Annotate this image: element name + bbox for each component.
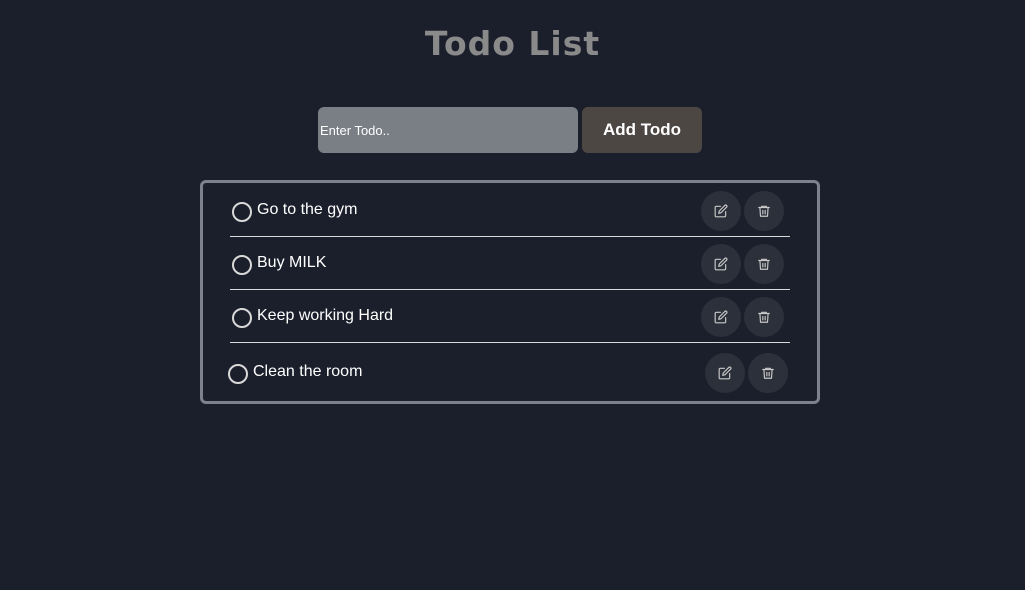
- todo-text: Buy MILK: [257, 254, 327, 271]
- edit-button[interactable]: [705, 353, 745, 393]
- page-title: Todo List: [424, 24, 601, 63]
- todo-input[interactable]: [318, 107, 578, 153]
- edit-button[interactable]: [701, 297, 741, 337]
- circle-icon[interactable]: [232, 308, 252, 328]
- edit-icon: [714, 204, 728, 218]
- todo-text: Clean the room: [253, 363, 363, 380]
- add-todo-button[interactable]: Add Todo: [582, 107, 702, 153]
- todo-text: Keep working Hard: [257, 307, 394, 324]
- delete-button[interactable]: [748, 353, 788, 393]
- todo-item: Buy MILK: [230, 238, 790, 290]
- delete-button[interactable]: [744, 244, 784, 284]
- todo-item: Go to the gym: [230, 185, 790, 237]
- todo-text: Go to the gym: [257, 201, 358, 218]
- todo-list: Go to the gym Buy MILK Keep working Hard…: [200, 180, 820, 404]
- trash-icon: [762, 367, 774, 379]
- trash-icon: [758, 205, 770, 217]
- trash-icon: [758, 311, 770, 323]
- todo-item: Clean the room: [226, 347, 796, 399]
- edit-icon: [714, 257, 728, 271]
- edit-button[interactable]: [701, 244, 741, 284]
- edit-icon: [718, 366, 732, 380]
- circle-icon[interactable]: [232, 202, 252, 222]
- circle-icon[interactable]: [228, 364, 248, 384]
- edit-button[interactable]: [701, 191, 741, 231]
- trash-icon: [758, 258, 770, 270]
- todo-item: Keep working Hard: [230, 291, 790, 343]
- delete-button[interactable]: [744, 191, 784, 231]
- delete-button[interactable]: [744, 297, 784, 337]
- circle-icon[interactable]: [232, 255, 252, 275]
- edit-icon: [714, 310, 728, 324]
